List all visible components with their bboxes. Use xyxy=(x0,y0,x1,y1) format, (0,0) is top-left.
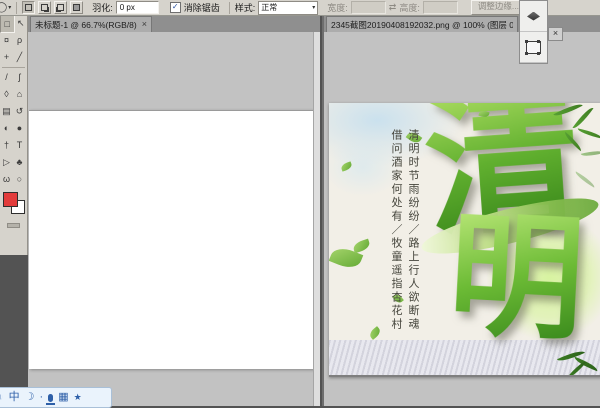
pasteboard-right: 清明时节雨纷纷／路上行人欲断魂 借问酒家何处有／牧童遥指杏花村 清 明 xyxy=(324,32,600,406)
leaf xyxy=(352,239,371,254)
ime-logo-icon[interactable]: ◐ xyxy=(0,389,4,406)
crop-tool-icon[interactable]: ¤ xyxy=(0,32,13,48)
quick-mask-button[interactable] xyxy=(7,223,20,228)
subtract-selection-icon xyxy=(57,4,64,11)
style-value: 正常 xyxy=(261,2,277,13)
vertical-scrollbar[interactable] xyxy=(313,32,320,406)
ime-keyboard-icon[interactable]: ▦ xyxy=(58,389,68,406)
intersect-selection-icon xyxy=(73,4,80,11)
antialias-checkbox[interactable]: ✓ xyxy=(170,2,181,13)
tab-png-document[interactable]: 2345截图20190408192032.png @ 100% (图层 0, xyxy=(326,16,518,32)
rotate-view-icon xyxy=(527,12,540,21)
foreground-color-swatch[interactable] xyxy=(3,192,18,207)
healing-brush-tool-icon[interactable]: + xyxy=(0,49,13,65)
rotate-view-button[interactable] xyxy=(520,1,547,32)
ellipse-marquee-preset-icon: ◯ xyxy=(0,2,7,13)
antialias-label: 消除锯齿 xyxy=(184,1,220,14)
tool-options-bar: ◯ ▾ 羽化: 0 px ✓ 消除锯齿 样式: 正常 ▾ 宽度: ⇄ 高度: 调… xyxy=(0,0,600,16)
width-input xyxy=(351,1,386,14)
history-brush-tool-icon[interactable]: ↺ xyxy=(13,103,26,119)
ime-halfmoon-icon[interactable]: ☽ xyxy=(25,389,35,406)
pasteboard-left xyxy=(28,32,320,406)
swap-dimensions-icon: ⇄ xyxy=(389,2,397,13)
add-selection-icon xyxy=(41,4,48,11)
title-char-ming: 明 xyxy=(446,206,588,348)
bamboo-leaf xyxy=(581,148,600,159)
type-tool-icon[interactable]: T xyxy=(13,137,26,153)
tab-untitled-document[interactable]: 未标题-1 @ 66.7%(RGB/8) × xyxy=(30,16,152,32)
gradient-tool-icon[interactable]: ▤ xyxy=(0,103,13,119)
feather-input[interactable]: 0 px xyxy=(116,1,159,14)
height-label: 高度: xyxy=(399,1,420,14)
clone-stamp-tool-icon[interactable]: ⌂ xyxy=(13,86,26,102)
eraser-tool-icon[interactable]: ◊ xyxy=(0,86,13,102)
selection-mode-intersect-button[interactable] xyxy=(70,1,83,14)
hand-tool-icon[interactable]: ω xyxy=(0,171,13,187)
custom-shape-tool-icon[interactable]: ♣ xyxy=(13,154,26,170)
brush-tool-icon[interactable]: ʃ xyxy=(13,69,26,85)
zoom-tool-icon[interactable]: ○ xyxy=(13,171,26,187)
tool-preset-picker[interactable]: ◯ ▾ xyxy=(0,2,11,13)
style-label: 样式: xyxy=(235,1,256,14)
pen-tool-icon[interactable]: † xyxy=(0,137,13,153)
close-document-button[interactable]: × xyxy=(548,27,563,41)
refine-edge-button: 调整边缘... xyxy=(471,0,526,15)
path-selection-tool-icon[interactable]: ▷ xyxy=(0,154,13,170)
poem-column-right: 清明时节雨纷纷／路上行人欲断魂 xyxy=(404,129,421,361)
color-swatches xyxy=(0,190,27,220)
selection-mode-subtract-button[interactable] xyxy=(54,1,67,14)
tab-title: 2345截图20190408192032.png @ 100% (图层 0, xyxy=(331,19,513,31)
tools-palette: □ ↖ ¤ ρ + ╱ / ʃ ◊ ⌂ ▤ ↺ ◐ ● † T ▷ ♣ ω ○ xyxy=(0,15,28,255)
tab-bar-left: 未标题-1 @ 66.7%(RGB/8) × xyxy=(28,15,320,33)
divider xyxy=(229,2,230,14)
style-select[interactable]: 正常 ▾ xyxy=(258,1,318,15)
lasso-tool-icon[interactable]: ρ xyxy=(13,32,26,48)
leaf xyxy=(368,326,382,340)
divider xyxy=(2,67,25,68)
rectangular-marquee-tool-icon[interactable]: □ xyxy=(0,15,15,33)
transform-icon xyxy=(526,41,541,54)
poem-calligraphy: 清明时节雨纷纷／路上行人欲断魂 借问酒家何处有／牧童遥指杏花村 xyxy=(387,129,421,361)
ime-toolbar: ◐ 中 ☽ · ▦ ★ xyxy=(0,387,112,408)
height-input xyxy=(423,1,458,14)
selection-mode-add-button[interactable] xyxy=(38,1,51,14)
qingming-poster-image[interactable]: 清明时节雨纷纷／路上行人欲断魂 借问酒家何处有／牧童遥指杏花村 清 明 xyxy=(329,103,600,377)
chevron-down-icon: ▾ xyxy=(8,4,11,11)
divider xyxy=(16,2,17,14)
chevron-down-icon: ▾ xyxy=(312,4,315,11)
poem-column-left: 借问酒家何处有／牧童遥指杏花村 xyxy=(387,129,404,361)
selection-mode-new-button[interactable] xyxy=(22,1,35,14)
width-label: 宽度: xyxy=(327,1,348,14)
blank-canvas[interactable] xyxy=(29,110,314,369)
new-selection-icon xyxy=(25,4,32,11)
tab-title: 未标题-1 @ 66.7%(RGB/8) xyxy=(35,19,137,31)
ime-punctuation-icon[interactable]: · xyxy=(40,389,44,406)
eyedropper-tool-icon[interactable]: ╱ xyxy=(13,49,26,65)
ime-mode-icon[interactable]: 中 xyxy=(9,389,20,406)
close-icon: × xyxy=(553,28,558,38)
pencil-tool-icon[interactable]: / xyxy=(0,69,13,85)
feather-label: 羽化: xyxy=(92,1,113,14)
blur-tool-icon[interactable]: ● xyxy=(13,120,26,136)
document-window-untitled: 未标题-1 @ 66.7%(RGB/8) × xyxy=(28,15,320,406)
close-icon[interactable]: × xyxy=(142,20,147,29)
bamboo-leaf xyxy=(577,128,600,138)
ime-mic-icon[interactable] xyxy=(48,394,53,402)
floating-panel-dock xyxy=(519,0,548,64)
dodge-tool-icon[interactable]: ◐ xyxy=(0,120,13,136)
ime-settings-icon[interactable]: ★ xyxy=(74,389,82,406)
document-window-png: 2345截图20190408192032.png @ 100% (图层 0, 清… xyxy=(322,15,600,406)
free-transform-button[interactable] xyxy=(520,32,547,63)
move-tool-icon[interactable]: ↖ xyxy=(15,15,28,31)
